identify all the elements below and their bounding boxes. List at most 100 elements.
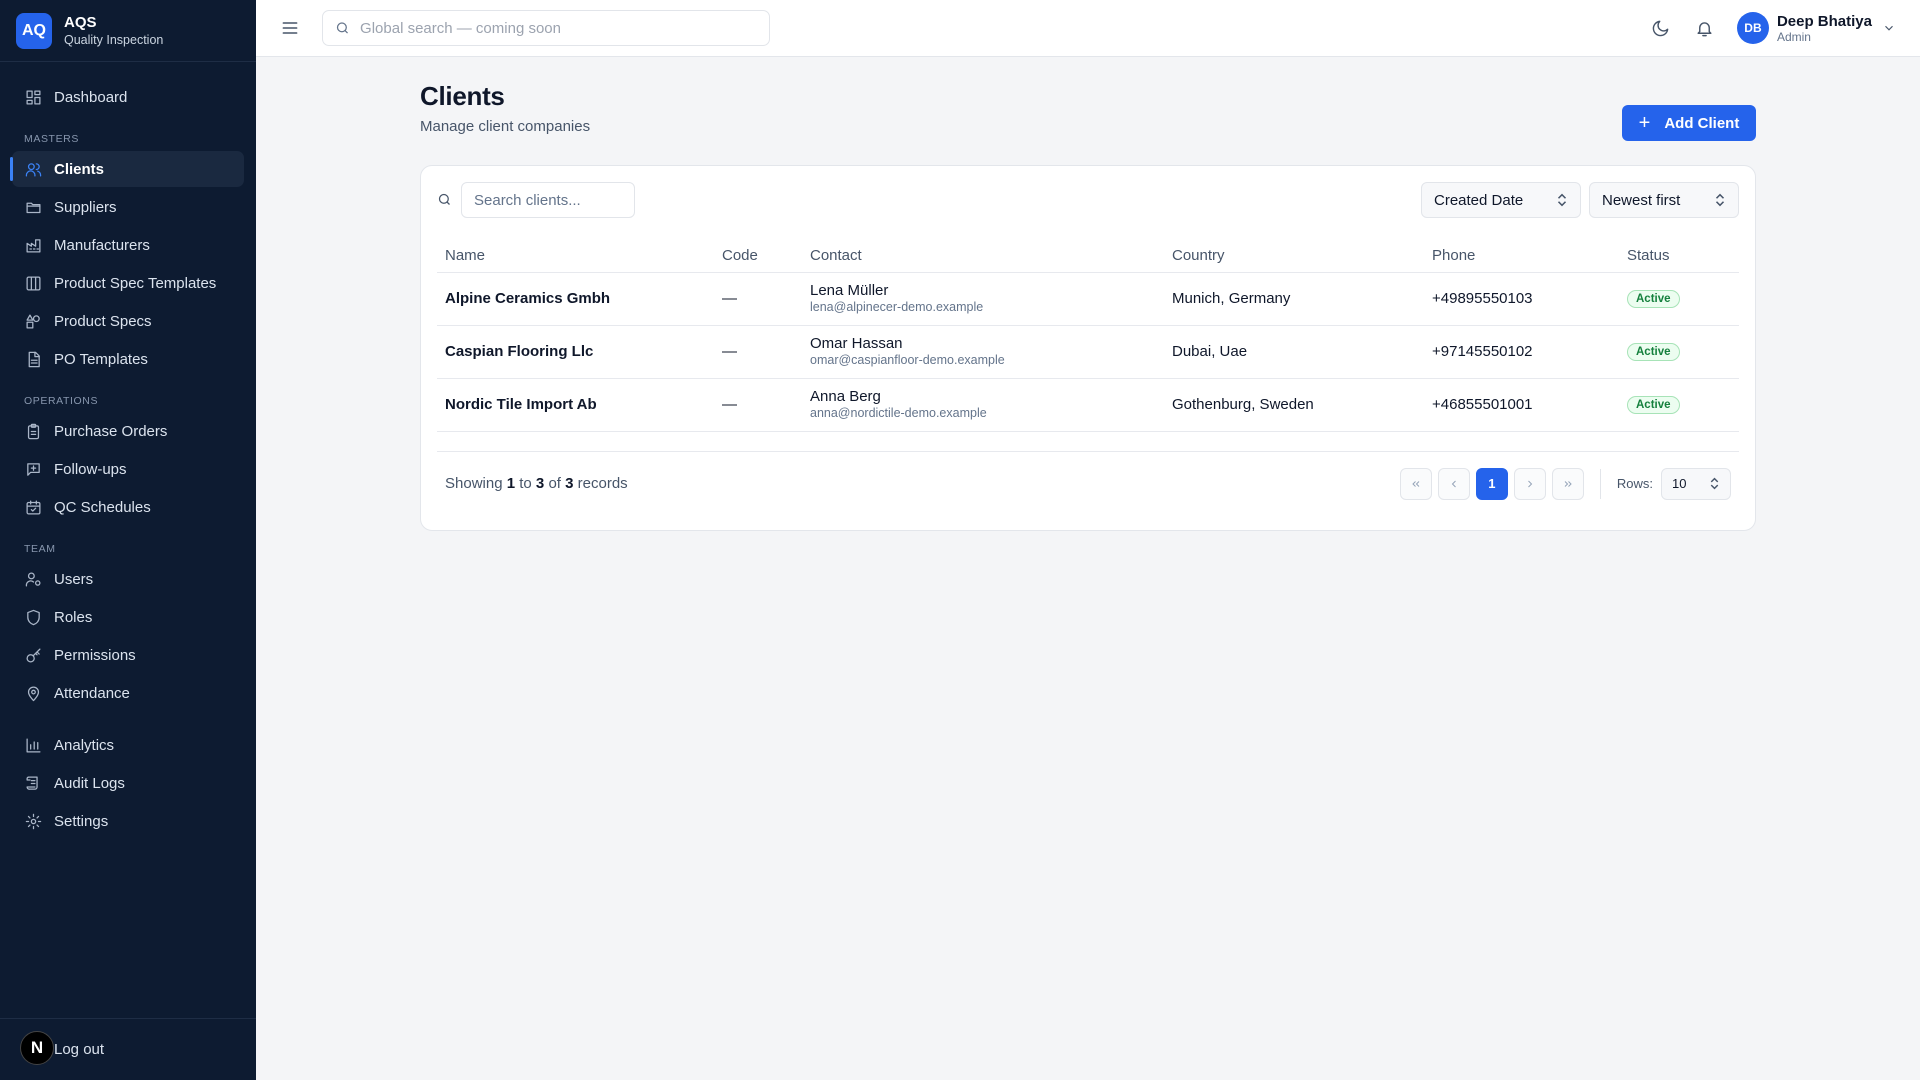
sidebar-item-label: Audit Logs [54,774,125,792]
sidebar-item-product-specs[interactable]: Product Specs [12,303,244,339]
page-header: Clients Manage client companies + Add Cl… [420,57,1756,141]
column-header-phone[interactable]: Phone [1424,240,1619,273]
page-title: Clients [420,81,505,111]
logout-button[interactable]: Log out [54,1041,104,1058]
contact-name: Omar Hassan [810,335,903,352]
client-phone: +97145550102 [1424,325,1619,379]
sidebar-item-settings[interactable]: Settings [12,803,244,839]
client-name[interactable]: Nordic Tile Import Ab [437,378,714,432]
sidebar-item-label: Attendance [54,684,130,702]
brand[interactable]: AQ AQS Quality Inspection [0,0,256,62]
sidebar-item-roles[interactable]: Roles [12,599,244,635]
sidebar-item-dashboard[interactable]: Dashboard [12,79,244,115]
add-client-button[interactable]: + Add Client [1622,105,1756,141]
sidebar-item-analytics[interactable]: Analytics [12,727,244,763]
user-cog-icon [24,570,42,588]
moon-icon[interactable] [1649,16,1673,40]
client-country: Gothenburg, Sweden [1164,378,1424,432]
map-pin-icon [24,684,42,702]
sidebar-item-po-templates[interactable]: PO Templates [12,341,244,377]
sidebar: AQ AQS Quality Inspection Dashboard MAST… [0,0,256,1080]
sidebar-item-manufacturers[interactable]: Manufacturers [12,227,244,263]
sort-order-select[interactable]: Newest first [1589,182,1739,218]
contact-email: anna@nordictile-demo.example [810,406,987,420]
sidebar-item-label: QC Schedules [54,498,151,516]
clients-card: Created Date Newest first Name Code Cont… [420,165,1756,531]
key-icon [24,646,42,664]
avatar[interactable]: DB [1736,12,1769,44]
sort-order-value: Newest first [1602,191,1681,209]
sidebar-item-attendance[interactable]: Attendance [12,675,244,711]
page-button-current[interactable]: 1 [1475,467,1508,500]
factory-icon [24,236,42,254]
client-code: — [714,272,802,326]
client-name[interactable]: Caspian Flooring Llc [437,325,714,379]
table-row[interactable]: Nordic Tile Import Ab — Anna Berg anna@n… [437,378,1739,432]
user-info[interactable]: Deep Bhatiya Admin [1777,13,1872,44]
chevron-left-icon [1451,480,1456,487]
client-contact: Anna Berg anna@nordictile-demo.example [802,378,1164,432]
sidebar-item-permissions[interactable]: Permissions [12,637,244,673]
status-badge: Active [1627,396,1680,414]
sidebar-item-label: Users [54,570,94,588]
records-summary: Showing 1 to 3 of 3 records [445,475,628,492]
column-header-status[interactable]: Status [1619,240,1739,273]
table-row[interactable]: Alpine Ceramics Gmbh — Lena Müller lena@… [437,272,1739,326]
client-country: Munich, Germany [1164,272,1424,326]
sidebar-item-purchase-orders[interactable]: Purchase Orders [12,413,244,449]
last-page-button[interactable] [1551,467,1584,500]
sidebar-item-label: Analytics [54,736,115,754]
sidebar-item-product-spec-templates[interactable]: Product Spec Templates [12,265,244,301]
brand-logo: AQ [16,12,52,49]
sidebar-item-clients[interactable]: Clients [10,151,244,187]
of-word: of [548,475,561,492]
bell-icon[interactable] [1693,16,1717,40]
plus-icon: + [1638,112,1651,134]
search-icon [437,192,453,208]
sidebar-item-audit-logs[interactable]: Audit Logs [12,765,244,801]
menu-toggle-icon[interactable] [278,16,302,40]
contact-name: Lena Müller [810,282,889,299]
client-contact: Omar Hassan omar@caspianfloor-demo.examp… [802,325,1164,379]
chevrons-up-down-icon [1710,477,1719,490]
sidebar-footer: N Log out [0,1018,256,1080]
chevrons-right-icon [1564,480,1572,487]
nav-gap [12,713,244,727]
chevron-down-icon[interactable] [1882,20,1898,36]
to-word: to [519,475,532,492]
dev-badge[interactable]: N [20,1031,54,1065]
rows-per-page-value: 10 [1672,476,1687,491]
table-header-row: Name Code Contact Country Phone Status [437,240,1739,273]
client-status: Active [1619,378,1739,432]
column-header-country[interactable]: Country [1164,240,1424,273]
contact-email: omar@caspianfloor-demo.example [810,353,1005,367]
chevrons-up-down-icon [1557,193,1567,207]
client-status: Active [1619,272,1739,326]
sidebar-item-follow-ups[interactable]: Follow-ups [12,451,244,487]
global-search[interactable] [322,10,770,46]
global-search-input[interactable] [360,19,757,37]
sort-field-select[interactable]: Created Date [1421,182,1581,218]
first-page-button[interactable] [1399,467,1432,500]
brand-name: AQS [64,14,97,31]
columns-icon [24,274,42,292]
client-name[interactable]: Alpine Ceramics Gmbh [437,272,714,326]
chevrons-up-down-icon [1715,193,1725,207]
client-phone: +46855501001 [1424,378,1619,432]
column-header-name[interactable]: Name [437,240,714,273]
column-header-code[interactable]: Code [714,240,802,273]
sidebar-item-users[interactable]: Users [12,561,244,597]
rows-per-page-select[interactable]: 10 [1661,467,1731,500]
column-header-contact[interactable]: Contact [802,240,1164,273]
search-clients-input[interactable] [461,182,635,218]
next-page-button[interactable] [1513,467,1546,500]
contact-name: Anna Berg [810,388,881,405]
records-from: 1 [506,475,516,492]
sidebar-item-qc-schedules[interactable]: QC Schedules [12,489,244,525]
sidebar-item-label: Clients [54,160,105,178]
prev-page-button[interactable] [1437,467,1470,500]
sidebar-item-label: Follow-ups [54,460,127,478]
sidebar-item-suppliers[interactable]: Suppliers [12,189,244,225]
table-row[interactable]: Caspian Flooring Llc — Omar Hassan omar@… [437,325,1739,379]
gear-icon [24,812,42,830]
